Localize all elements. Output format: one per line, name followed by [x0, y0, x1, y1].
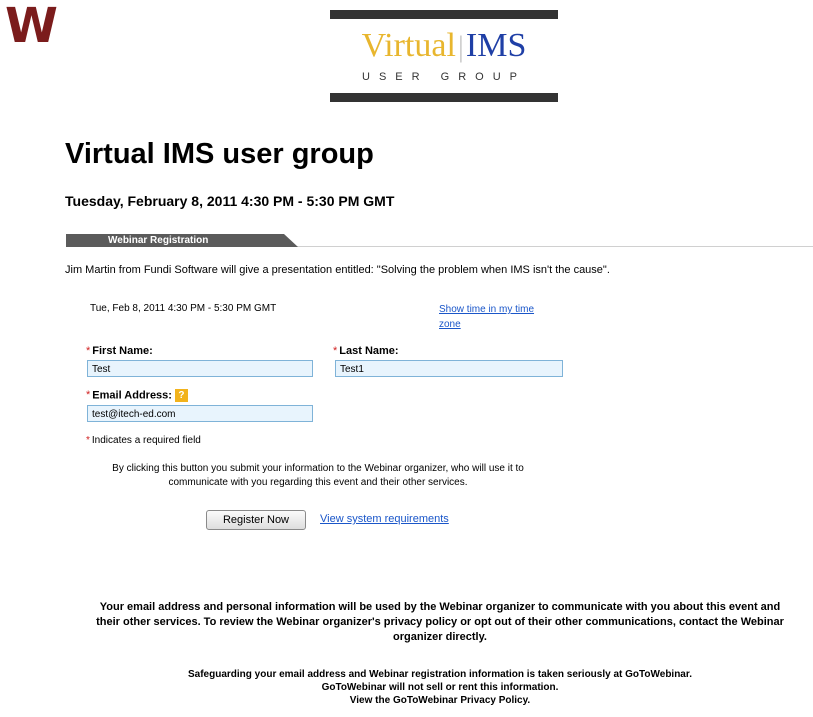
- email-field[interactable]: test@itech-ed.com: [87, 405, 313, 422]
- last-name-label-text: Last Name:: [339, 345, 399, 357]
- required-field-note: * Indicates a required field: [86, 435, 201, 446]
- first-name-label-text: First Name:: [92, 345, 153, 357]
- help-icon[interactable]: ?: [174, 389, 188, 402]
- page-title: Virtual IMS user group: [65, 138, 374, 170]
- view-system-requirements-link[interactable]: View system requirements: [320, 513, 449, 525]
- email-label-text: Email Address:: [92, 389, 172, 402]
- webinar-registration-tab: Webinar Registration: [66, 234, 298, 247]
- safeguard-notice: Safeguarding your email address and Webi…: [95, 668, 785, 707]
- safeguard-line-2: GoToWebinar will not sell or rent this i…: [321, 682, 559, 693]
- safeguard-line-1: Safeguarding your email address and Webi…: [187, 669, 692, 680]
- email-label: * Email Address:?: [86, 389, 188, 402]
- consent-text: By clicking this button you submit your …: [112, 463, 524, 488]
- required-marker: *: [86, 435, 90, 446]
- required-marker: *: [86, 345, 91, 357]
- required-marker: *: [333, 345, 338, 357]
- event-datetime: Tuesday, February 8, 2011 4:30 PM - 5:30…: [65, 193, 395, 209]
- virtual-ims-logo: Virtual|IMS USER GROUP: [330, 10, 558, 102]
- required-field-note-text: Indicates a required field: [91, 435, 201, 446]
- last-name-label: * Last Name:: [333, 345, 399, 357]
- webinar-registration-tab-label: Webinar Registration: [108, 235, 209, 246]
- logo-separator: |: [457, 30, 464, 63]
- privacy-policy-link[interactable]: View the GoToWebinar Privacy Policy.: [95, 694, 785, 707]
- logo-bottom-bar: [330, 93, 558, 102]
- logo-word-virtual: Virtual: [361, 27, 456, 64]
- privacy-notice: Your email address and personal informat…: [96, 601, 784, 643]
- first-name-label: * First Name:: [86, 345, 153, 357]
- presentation-intro: Jim Martin from Fundi Software will give…: [65, 264, 610, 276]
- logo-word-ims: IMS: [465, 27, 527, 64]
- logo-subtitle: USER GROUP: [362, 71, 526, 83]
- w-logo: W: [5, 0, 58, 54]
- logo-top-bar: [330, 10, 558, 19]
- show-time-in-my-time-zone-link[interactable]: Show time in my time zone: [439, 302, 539, 332]
- register-now-button[interactable]: Register Now: [206, 510, 306, 530]
- required-marker: *: [86, 389, 91, 402]
- logo-title: Virtual|IMS: [330, 27, 558, 66]
- first-name-field[interactable]: Test: [87, 360, 313, 377]
- last-name-field[interactable]: Test1: [335, 360, 563, 377]
- session-datetime: Tue, Feb 8, 2011 4:30 PM - 5:30 PM GMT: [90, 303, 277, 314]
